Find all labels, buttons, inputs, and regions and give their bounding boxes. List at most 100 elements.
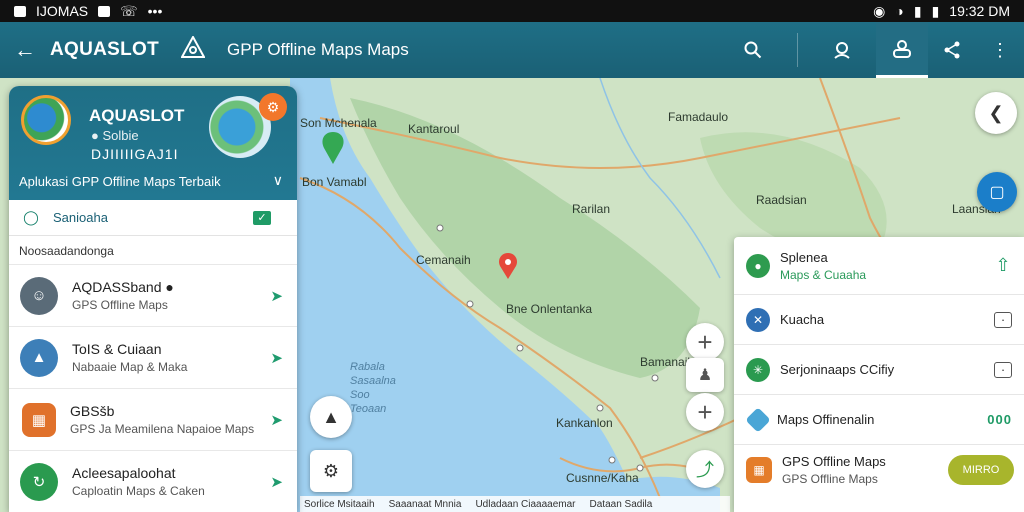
list-item-title: Acleesapaloohat — [72, 465, 176, 481]
map-label: Raadsian — [756, 193, 807, 207]
chevron-down-icon[interactable]: ∨ — [273, 172, 283, 189]
navigate-icon[interactable]: ➤ — [270, 287, 283, 305]
collapse-arrow-icon[interactable]: ❮ — [975, 92, 1017, 134]
battery-icon: ▮ — [931, 2, 940, 19]
right-list-item[interactable]: Maps Offinenalin 000 — [734, 395, 1024, 445]
right-item-subtitle: GPS Offline Maps — [782, 472, 878, 486]
map-label: Cusnne/Kaha — [566, 471, 639, 485]
search-icon[interactable] — [729, 22, 777, 78]
right-item-title: Maps Offinenalin — [777, 412, 875, 427]
share-icon[interactable] — [928, 22, 976, 78]
status-bar: IJOMAS ☏ ••• ◉ ◑ ▮ ▮ 19:32 DM — [0, 0, 1024, 22]
refresh-icon: ↻ — [20, 462, 58, 501]
list-item[interactable]: ☺ AQDASSband ● GPS Offline Maps ➤ — [9, 264, 297, 326]
compass-button[interactable]: ▲ — [310, 396, 352, 438]
map-label: Cemanaih — [416, 253, 471, 267]
panel-subtitle-2: DJIIIIIGAJ1I — [91, 146, 179, 162]
section-title: Noosaadandonga — [19, 244, 114, 258]
right-list-item[interactable]: ● Splenea Maps & Cuaaha ⇧ — [734, 237, 1024, 295]
right-item-action[interactable]: 000 — [987, 412, 1012, 428]
more-dots-icon: ••• — [147, 3, 163, 19]
right-item-title: Splenea — [780, 249, 828, 265]
user-location-icon[interactable] — [818, 22, 866, 78]
app-bar: ← AQUASLOT GPP Offline Maps Maps ⋮ — [0, 22, 1024, 78]
logo-icon — [180, 34, 206, 64]
list-item[interactable]: ↻ Acleesapaloohat Caploatin Maps & Caken… — [9, 450, 297, 512]
list-item-subtitle: GPS Ja Meamilena Napaioe Maps — [70, 422, 255, 436]
location-settings-button[interactable]: ⚙ — [310, 450, 352, 492]
check-icon[interactable]: ✓ — [253, 211, 271, 225]
list-item[interactable]: ▲ ToIS & Cuiaan Nabaaie Map & Maka ➤ — [9, 326, 297, 388]
zoom-in-button[interactable]: + — [686, 323, 724, 361]
share-upload-icon[interactable]: ⇧ — [994, 255, 1012, 275]
list-item-title: AQDASSband ● — [72, 279, 174, 295]
diamond-icon — [745, 406, 771, 433]
list-item-subtitle: Nabaaie Map & Maka — [72, 360, 188, 374]
app-grid-icon: ▦ — [746, 457, 772, 483]
location-pin-icon: ● — [746, 253, 770, 278]
zoom-out-button[interactable]: + — [686, 393, 724, 431]
right-list-item[interactable]: ✕ Kuacha · — [734, 295, 1024, 345]
close-circle-icon: ✕ — [746, 307, 770, 332]
checkbox-icon[interactable]: · — [994, 311, 1012, 328]
map-scale-bar: Sorlice Msitaaih Saaanaat Mnnia Udladaan… — [300, 496, 730, 512]
signal-icon: ▮ — [913, 2, 922, 19]
navigate-icon[interactable]: ➤ — [270, 473, 283, 491]
panel-title: AQUASLOT — [89, 106, 185, 125]
panel-description: Aplukasi GPP Offline Maps Terbaik — [19, 174, 221, 189]
map-app-icon: ▦ — [22, 402, 56, 437]
layers-icon[interactable] — [876, 22, 928, 78]
back-arrow-icon[interactable]: ← — [0, 37, 50, 63]
app-subtitle: GPP Offline Maps Maps — [227, 40, 409, 59]
navigate-icon[interactable]: ➤ — [270, 411, 283, 429]
panel-tab-bar: ◯ Sanioaha ✓ — [9, 200, 297, 236]
map-label: Bne Onlentanka — [506, 302, 593, 316]
left-panel: AQUASLOT ● Solbie DJIIIIIGAJ1I ⚙ Aplukas… — [9, 86, 297, 512]
map-label: Famadaulo — [668, 110, 729, 124]
map-label: Son Mchenala — [300, 116, 377, 130]
whatsapp-icon: ☏ — [120, 2, 138, 19]
right-list-item[interactable]: ✳ Serjoninaaps CCifiy · — [734, 345, 1024, 395]
directions-icon[interactable]: ⤴ — [686, 450, 724, 488]
map-label: Kantaroul — [408, 122, 460, 136]
sea-label: Rabala Sasaalna Soo Teoaan — [350, 361, 396, 415]
list-item-title: GBSšb — [70, 403, 115, 419]
list-item[interactable]: ▦ GBSšb GPS Ja Meamilena Napaioe Maps ➤ — [9, 388, 297, 450]
panel-header: AQUASLOT ● Solbie DJIIIIIGAJ1I ⚙ Aplukas… — [9, 86, 297, 200]
navigate-icon[interactable]: ➤ — [270, 349, 283, 367]
wifi-icon: ◑ — [895, 3, 904, 19]
vpn-icon: ◉ — [873, 2, 886, 19]
gallery-icon — [98, 5, 111, 17]
settings-badge-icon[interactable]: ⚙ — [259, 93, 287, 121]
map-label: Bon Vamabl — [302, 175, 367, 189]
pegman-icon[interactable]: ♟ — [686, 358, 724, 392]
scale-text: Udladaan Ciaaaaemar — [475, 498, 576, 510]
panel-subtitle: ● Solbie — [91, 128, 139, 143]
mirror-button[interactable]: MIRRO — [948, 455, 1014, 485]
right-item-title: Kuacha — [780, 312, 825, 327]
list-item-subtitle: Caploatin Maps & Caken — [72, 484, 205, 498]
layers-toggle-button[interactable]: ▢ — [977, 172, 1017, 212]
map-label: Kankanlon — [556, 416, 613, 430]
more-vert-icon[interactable]: ⋮ — [976, 22, 1024, 78]
list-item-title: ToIS & Cuiaan — [72, 341, 162, 357]
sync-icon: ✳ — [746, 357, 770, 382]
navigation-icon: ▲ — [20, 338, 58, 377]
avatar: ☺ — [20, 276, 58, 315]
right-item-subtitle: Maps & Cuaaha — [780, 267, 867, 282]
map-label: Rarilan — [572, 202, 611, 216]
scale-text: Saaanaat Mnnia — [388, 498, 462, 510]
app-logo-avatar — [21, 95, 71, 145]
right-list-item[interactable]: ▦ GPS Offline Maps GPS Offline Maps MIRR… — [734, 445, 1024, 495]
scale-text: Dataan Sadila — [589, 498, 653, 510]
status-time: 19:32 DM — [949, 3, 1010, 19]
checkbox-icon[interactable]: · — [994, 361, 1012, 378]
toolbar-divider — [797, 33, 798, 67]
app-title: AQUASLOT — [50, 39, 160, 60]
user-icon: ◯ — [23, 209, 39, 225]
tab-label[interactable]: Sanioaha — [53, 210, 108, 225]
status-left-text: IJOMAS — [36, 3, 89, 19]
right-item-title: GPS Offline Maps — [782, 454, 886, 469]
right-item-title: Serjoninaaps CCifiy — [780, 362, 895, 377]
mail-icon — [14, 5, 26, 17]
